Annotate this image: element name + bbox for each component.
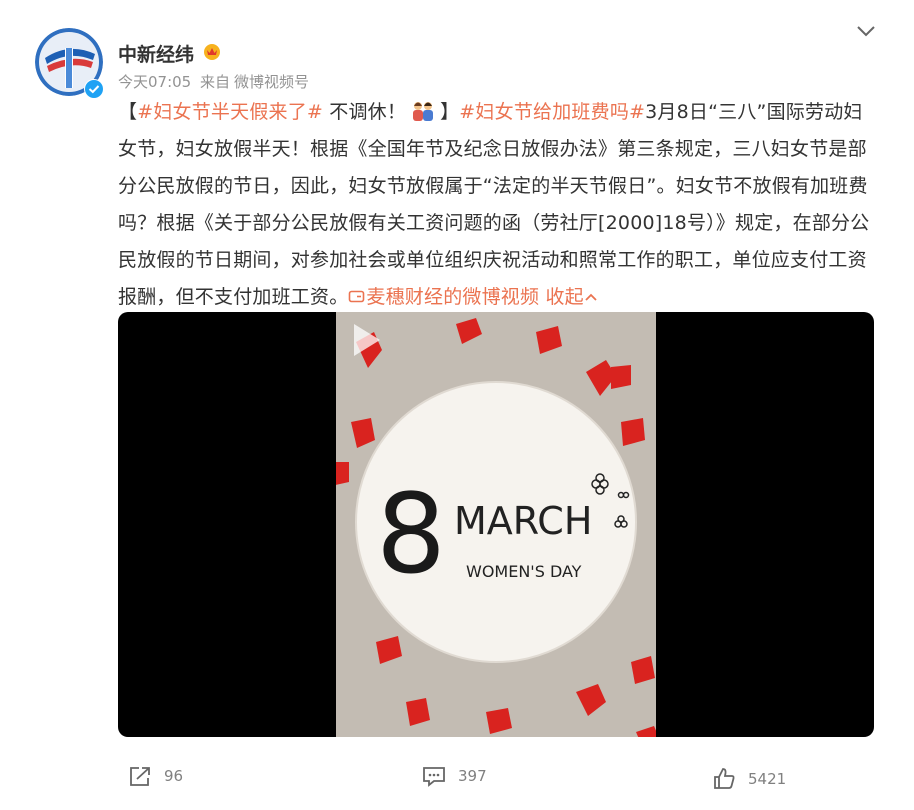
collapse-label: 收起 [545,286,584,308]
weibo-post-card: 中新经纬 今天07:05 来自 微博视频号 【#妇女节半天假来了# 不调休！ 】#妇… [0,0,914,810]
topic-tag-2[interactable]: #妇女节给加班费吗# [459,101,645,123]
video-womens-day: WOMEN'S DAY [466,562,582,581]
comment-icon [423,767,445,787]
chevron-up-icon [585,293,597,301]
like-icon [714,768,735,789]
collapse-toggle[interactable]: 收起 [545,286,597,308]
comment-button[interactable]: 397 [422,765,487,787]
username[interactable]: 中新经纬 [118,40,194,67]
post-time[interactable]: 今天07:05 [118,73,191,91]
bracket-open: 【 [118,101,138,123]
video-march: MARCH [454,499,592,543]
source-prefix: 来自 [200,73,231,91]
video-player[interactable]: 8 MARCH WOMEN'S DAY [118,312,874,737]
repost-icon [130,767,150,786]
chevron-down-icon[interactable] [855,22,877,40]
video-link[interactable]: 麦穗财经的微博视频 [348,286,539,308]
video-number: 8 [376,470,446,598]
like-count: 5421 [748,770,787,788]
like-button[interactable]: 5421 [712,767,786,791]
verified-icon [84,79,104,99]
repost-button[interactable]: 96 [128,765,183,787]
comment-count: 397 [458,767,487,785]
post-source[interactable]: 微博视频号 [234,73,309,91]
video-link-icon [349,290,365,303]
play-icon[interactable] [336,312,392,368]
action-bar: 96 397 5421 [0,750,914,805]
video-link-label: 麦穗财经的微博视频 [366,286,540,308]
post-meta: 今天07:05 来自 微博视频号 [118,71,313,92]
repost-count: 96 [164,767,184,785]
post-content: 【#妇女节半天假来了# 不调休！ 】#妇女节给加班费吗#3月8日“三八”国际劳动妇… [118,94,870,316]
people-emoji-icon [413,102,434,121]
vip-crown-icon[interactable] [202,41,222,61]
bracket-close: 】 [440,101,460,123]
topic-tag-1[interactable]: #妇女节半天假来了# [137,101,323,123]
content-text-1: 不调休！ [323,101,407,123]
video-thumbnail: 8 MARCH WOMEN'S DAY [336,312,656,737]
content-text-2: 3月8日“三八”国际劳动妇女节，妇女放假半天！根据《全国年节及纪念日放假办法》第… [118,101,870,308]
